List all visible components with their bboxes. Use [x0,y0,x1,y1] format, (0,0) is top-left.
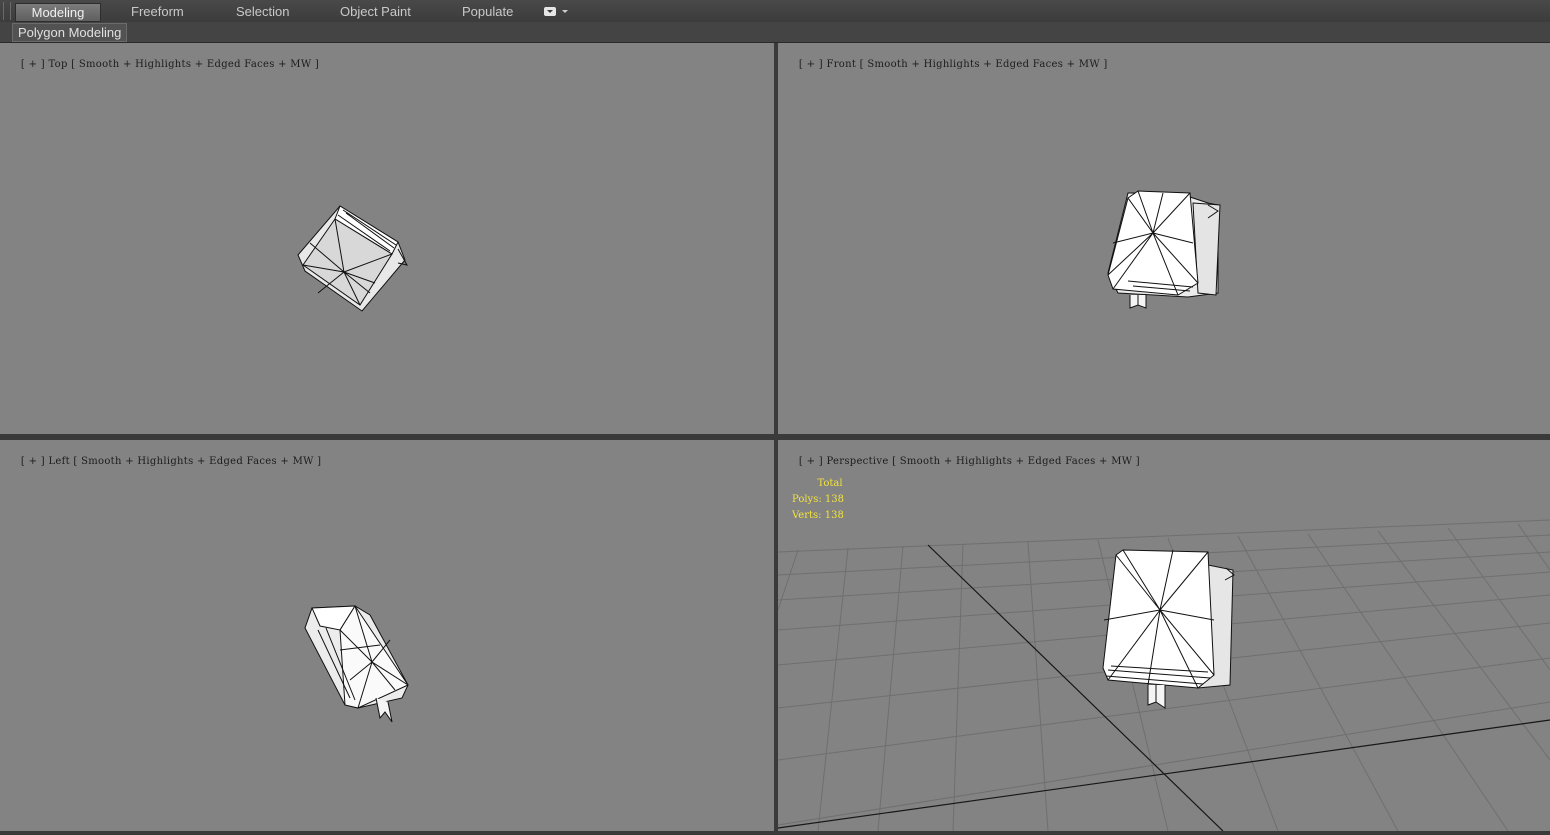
left-view-mesh [304,605,409,723]
tab-selection[interactable]: Selection [236,3,289,20]
book-mesh [1102,549,1235,709]
viewport-left[interactable]: [ + ] Left [ Smooth + Highlights + Edged… [0,440,774,831]
ribbon-grip-handle[interactable] [3,2,11,20]
ribbon-panel: Polygon Modeling [0,22,1550,43]
dropdown-menu-icon [544,7,556,16]
tab-object-paint[interactable]: Object Paint [340,3,411,20]
front-view-mesh [1107,190,1221,309]
viewport-top[interactable]: [ + ] Top [ Smooth + Highlights + Edged … [0,43,774,434]
polygon-modeling-panel-button[interactable]: Polygon Modeling [12,23,128,42]
ribbon-options-button[interactable] [543,5,569,18]
chevron-down-icon [562,10,568,13]
ribbon-tab-bar: Modeling Freeform Selection Object Paint… [0,0,1550,23]
viewport-front[interactable]: [ + ] Front [ Smooth + Highlights + Edge… [778,43,1550,434]
viewport-perspective[interactable]: [ + ] Perspective [ Smooth + Highlights … [778,440,1550,831]
tab-freeform[interactable]: Freeform [131,3,184,20]
perspective-grid-and-mesh [778,519,1550,831]
tab-modeling[interactable]: Modeling [15,3,101,22]
top-view-mesh [297,205,408,312]
tab-populate[interactable]: Populate [462,3,513,20]
